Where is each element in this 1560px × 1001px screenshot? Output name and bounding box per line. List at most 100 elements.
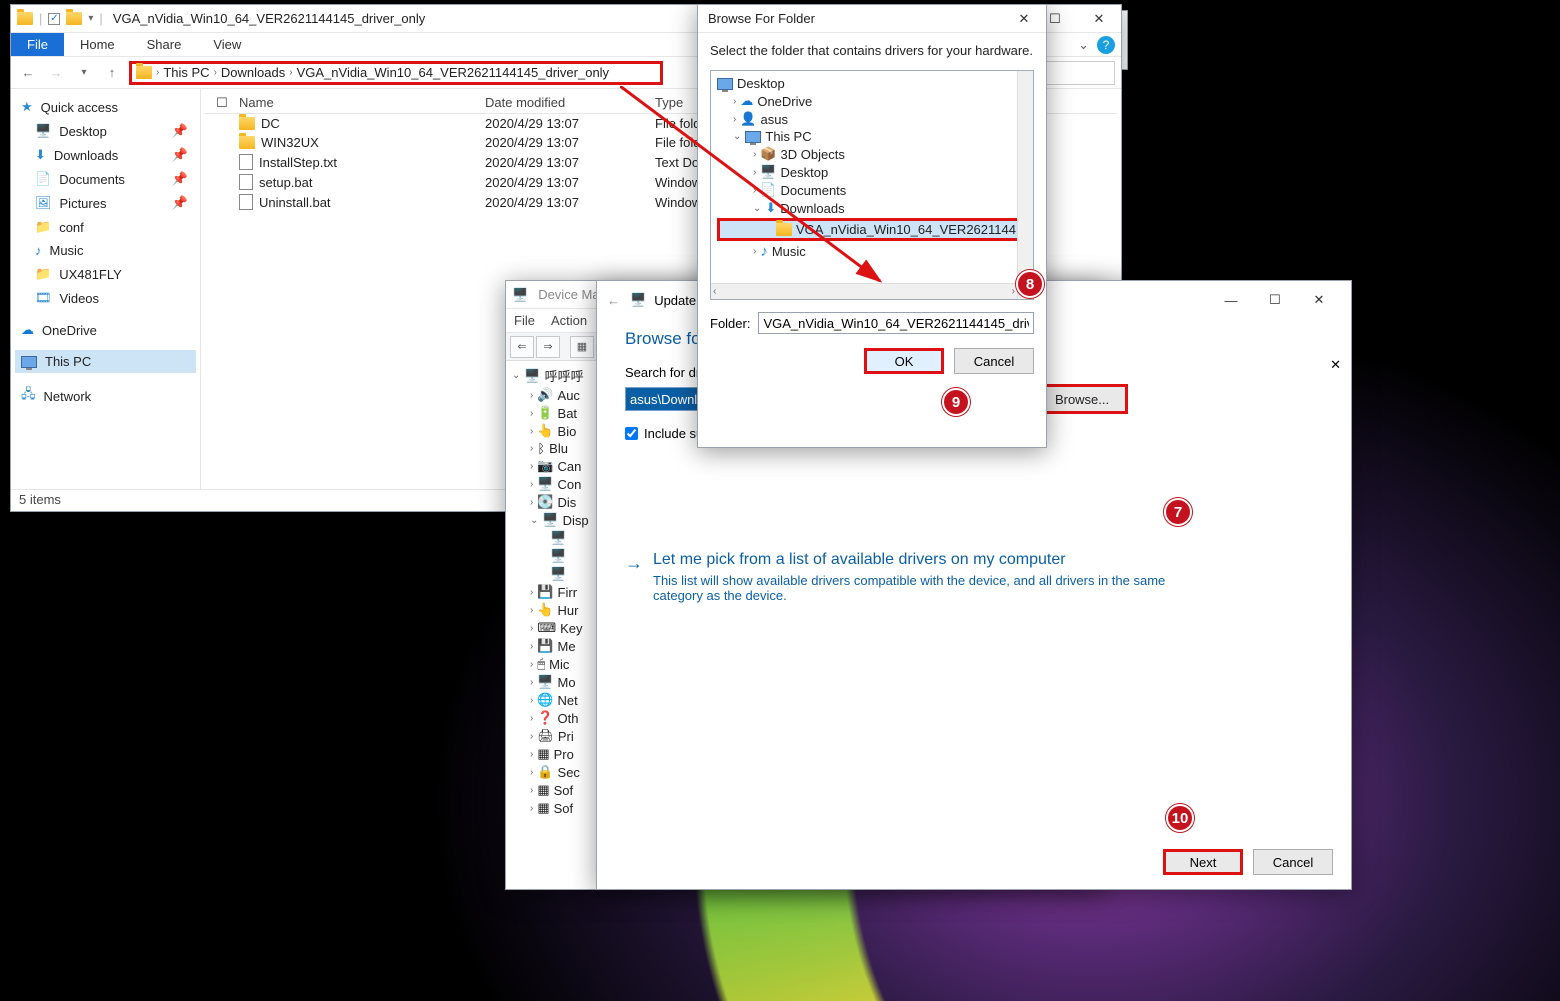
ribbon-share-tab[interactable]: Share <box>131 34 198 55</box>
expand-icon[interactable]: › <box>530 785 533 796</box>
tree-node[interactable]: ›🖥️Desktop <box>753 163 1027 181</box>
menu-action[interactable]: Action <box>551 313 587 328</box>
tree-node[interactable]: ⌄⬇Downloads <box>753 199 1027 217</box>
nav-item-downloads[interactable]: ⬇Downloads📌 <box>15 143 196 167</box>
expand-icon[interactable]: ⌄ <box>530 515 538 526</box>
address-bar[interactable]: › This PC › Downloads › VGA_nVidia_Win10… <box>129 61 663 85</box>
back-button[interactable]: ← <box>17 62 39 84</box>
ribbon-expand-icon[interactable]: ⌄ <box>1070 37 1097 53</box>
expand-icon[interactable]: › <box>530 497 533 508</box>
expand-icon[interactable]: › <box>530 390 533 401</box>
qat-checkbox-icon[interactable]: ✓ <box>48 13 60 25</box>
folder-input[interactable] <box>758 312 1034 334</box>
chevron-right-icon: › <box>156 67 159 78</box>
expand-icon[interactable]: › <box>530 677 533 688</box>
breadcrumb-current[interactable]: VGA_nVidia_Win10_64_VER2621144145_driver… <box>297 65 609 80</box>
help-icon[interactable]: ? <box>1097 36 1115 54</box>
expand-icon[interactable]: › <box>530 803 533 814</box>
tb-show-hidden-icon[interactable]: ▦ <box>570 336 594 358</box>
let-me-pick-link[interactable]: → Let me pick from a list of available d… <box>597 551 1351 603</box>
expand-icon[interactable]: ⌄ <box>753 203 761 214</box>
next-button[interactable]: Next <box>1163 849 1243 875</box>
nav-item-pictures[interactable]: 🖼Pictures📌 <box>15 191 196 215</box>
expand-icon[interactable]: › <box>530 749 533 760</box>
tb-fwd-icon[interactable]: ⇒ <box>536 336 560 358</box>
tree-node[interactable]: ›📄Documents <box>753 181 1027 199</box>
browse-button[interactable]: Browse... <box>1036 384 1128 414</box>
nav-icon: ⬇ <box>35 147 46 163</box>
expand-icon[interactable]: › <box>530 408 533 419</box>
nav-thispc[interactable]: This PC <box>15 350 196 373</box>
badge-10: 10 <box>1166 804 1194 832</box>
ok-button[interactable]: OK <box>864 348 944 374</box>
cancel-button[interactable]: Cancel <box>954 348 1034 374</box>
nav-icon: 📁 <box>35 219 51 235</box>
expand-icon[interactable]: › <box>530 479 533 490</box>
horizontal-scrollbar[interactable]: ‹› <box>711 283 1017 299</box>
expand-icon[interactable]: › <box>530 695 533 706</box>
include-subfolders-checkbox[interactable] <box>625 427 638 440</box>
close-button[interactable]: ✕ <box>1297 281 1341 319</box>
tree-music[interactable]: ›♪Music <box>717 242 1027 261</box>
ribbon-file-tab[interactable]: File <box>11 33 64 56</box>
tree-thispc[interactable]: ⌄This PC <box>717 128 1027 145</box>
nav-onedrive[interactable]: ☁OneDrive <box>15 318 196 342</box>
expand-icon[interactable]: › <box>753 149 756 160</box>
expand-icon[interactable]: › <box>530 767 533 778</box>
expand-icon[interactable]: › <box>530 731 533 742</box>
tree-selected-folder[interactable]: VGA_nVidia_Win10_64_VER26211441 <box>717 218 1027 241</box>
folder-icon: 🖥️ <box>760 164 776 180</box>
desktop-icon <box>717 78 733 90</box>
music-icon: ♪ <box>760 243 768 260</box>
expand-icon[interactable]: › <box>753 167 756 178</box>
expand-icon[interactable]: › <box>530 605 533 616</box>
tree-asus[interactable]: ›👤asus <box>717 110 1027 128</box>
expand-icon[interactable]: › <box>530 713 533 724</box>
forward-button[interactable]: → <box>45 62 67 84</box>
qat-dropdown-icon[interactable]: ▾ <box>88 13 93 24</box>
device-icon: 🖱 <box>537 656 545 672</box>
folder-tree[interactable]: Desktop ›☁OneDrive ›👤asus ⌄This PC ›📦3D … <box>710 70 1034 300</box>
maximize-button[interactable]: ☐ <box>1253 281 1297 319</box>
nav-item-desktop[interactable]: 🖥️Desktop📌 <box>15 119 196 143</box>
expand-icon[interactable]: › <box>530 659 533 670</box>
expand-icon[interactable]: › <box>530 426 533 437</box>
dialog-title: Browse For Folder <box>698 11 1002 26</box>
device-icon: 💽 <box>537 494 553 510</box>
tree-node[interactable]: ›📦3D Objects <box>753 145 1027 163</box>
expand-icon[interactable]: › <box>530 641 533 652</box>
nav-item-conf[interactable]: 📁conf <box>15 215 196 239</box>
pin-icon: 📌 <box>172 123 188 139</box>
ribbon-view-tab[interactable]: View <box>197 34 257 55</box>
inner-close-button[interactable]: ✕ <box>1330 357 1341 373</box>
expand-icon[interactable]: › <box>753 185 756 196</box>
up-button[interactable]: ↑ <box>101 62 123 84</box>
expand-icon[interactable]: › <box>530 461 533 472</box>
dialog-instruction: Select the folder that contains drivers … <box>698 33 1046 64</box>
minimize-button[interactable]: — <box>1209 281 1253 319</box>
recent-dropdown-icon[interactable]: ▾ <box>73 62 95 84</box>
tree-desktop[interactable]: Desktop <box>717 75 1027 92</box>
nav-item-documents[interactable]: 📄Documents📌 <box>15 167 196 191</box>
nav-item-ux481fly[interactable]: 📁UX481FLY <box>15 262 196 286</box>
vertical-scrollbar[interactable] <box>1017 71 1033 299</box>
back-button[interactable]: ← <box>607 293 620 308</box>
ribbon-home-tab[interactable]: Home <box>64 34 131 55</box>
tb-back-icon[interactable]: ⇐ <box>510 336 534 358</box>
nav-item-music[interactable]: ♪Music <box>15 239 196 262</box>
nav-quick-access[interactable]: ★Quick access <box>15 95 196 119</box>
breadcrumb-thispc[interactable]: This PC <box>163 65 209 80</box>
menu-file[interactable]: File <box>514 313 535 328</box>
cancel-button[interactable]: Cancel <box>1253 849 1333 875</box>
nav-network[interactable]: 🖧Network <box>15 381 196 411</box>
nav-item-videos[interactable]: 🎞Videos <box>15 286 196 310</box>
tree-onedrive[interactable]: ›☁OneDrive <box>717 92 1027 110</box>
breadcrumb-downloads[interactable]: Downloads <box>221 65 285 80</box>
file-icon <box>239 174 253 190</box>
expand-icon[interactable]: › <box>530 443 533 454</box>
close-button[interactable]: ✕ <box>1002 5 1046 32</box>
expand-icon[interactable]: › <box>530 587 533 598</box>
pc-icon: 🖥️ <box>524 368 540 384</box>
expand-icon[interactable]: › <box>530 623 533 634</box>
close-button[interactable]: ✕ <box>1077 5 1121 32</box>
